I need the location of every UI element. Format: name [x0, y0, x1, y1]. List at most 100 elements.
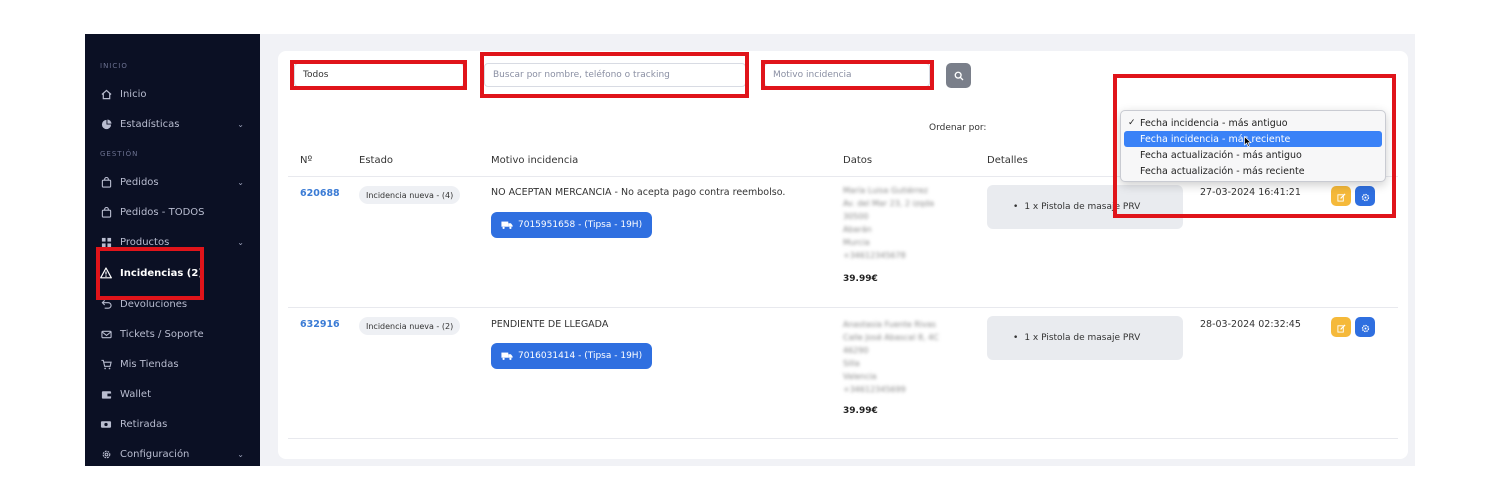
customer-city: Abarán — [843, 225, 872, 234]
bag-icon — [100, 206, 112, 218]
order-number-link[interactable]: 632916 — [300, 319, 340, 330]
edit-icon — [1336, 187, 1346, 206]
sidebar-item-label: Mis Tiendas — [120, 358, 179, 370]
chart-pie-icon — [100, 118, 112, 130]
chevron-down-icon: ⌄ — [237, 449, 244, 459]
sidebar-item-estadisticas[interactable]: Estadísticas ⌄ — [100, 113, 250, 135]
sidebar-item-label: Tickets / Soporte — [120, 328, 204, 340]
sidebar-item-label: Pedidos - TODOS — [120, 206, 205, 218]
sort-option-label: Fecha incidencia - más reciente — [1140, 133, 1291, 145]
sidebar-item-devoluciones[interactable]: Devoluciones — [100, 293, 250, 315]
order-details-box: • 1 x Pistola de masaje PRV — [987, 316, 1183, 360]
sort-option[interactable]: Fecha incidencia - más reciente — [1124, 131, 1382, 147]
settings-button[interactable] — [1355, 317, 1375, 337]
customer-province: Murcia — [843, 238, 870, 247]
sort-label: Ordenar por: — [929, 123, 987, 133]
sidebar-item-incidencias[interactable]: Incidencias (2) — [100, 262, 250, 284]
sidebar-section-gestion: GESTIÓN — [100, 150, 139, 158]
gear-icon — [1361, 318, 1370, 337]
sort-dropdown-menu[interactable]: ✓ Fecha incidencia - más antiguo Fecha i… — [1120, 110, 1386, 182]
bag-icon — [100, 176, 112, 188]
truck-icon — [501, 351, 513, 361]
order-price: 39.99€ — [843, 406, 878, 416]
customer-postcode: 46290 — [843, 346, 869, 355]
sidebar-item-wallet[interactable]: Wallet — [100, 383, 250, 405]
edit-button[interactable] — [1331, 186, 1351, 206]
gear-icon — [100, 448, 112, 460]
status-badge: Incidencia nueva - (4) — [359, 186, 461, 204]
search-button[interactable] — [946, 63, 971, 88]
column-header-numero: Nº — [300, 155, 313, 166]
gear-icon — [1361, 187, 1370, 206]
sidebar-item-retiradas[interactable]: Retiradas — [100, 413, 250, 435]
sidebar-item-label: Retiradas — [120, 418, 168, 430]
sidebar-item-label: Configuración — [120, 448, 190, 460]
customer-city: Silla — [843, 359, 860, 368]
motivo-incidencia-input[interactable]: Motivo incidencia — [764, 63, 930, 87]
mail-icon — [100, 328, 112, 340]
sidebar-section-inicio: INICIO — [100, 62, 128, 70]
warning-icon — [100, 267, 112, 279]
cart-icon — [100, 358, 112, 370]
search-icon — [954, 66, 964, 85]
sidebar-item-label: Productos — [120, 236, 170, 248]
column-header-datos: Datos — [843, 155, 873, 166]
detail-bullet: • — [1013, 202, 1019, 212]
sidebar-item-label: Inicio — [120, 88, 147, 100]
detail-item: 1 x Pistola de masaje PRV — [1024, 333, 1141, 343]
sidebar-item-label: Incidencias (2) — [120, 267, 203, 279]
sidebar: INICIO Inicio Estadísticas ⌄ GESTIÓN Ped… — [85, 34, 260, 466]
column-header-detalles: Detalles — [987, 155, 1028, 166]
tracking-label: 7016031414 - (Tipsa - 19H) — [518, 351, 643, 361]
sort-option[interactable]: Fecha actualización - más antiguo — [1124, 147, 1382, 163]
customer-data: María Luisa Gutiérrez Av. del Mar 23, 2 … — [843, 184, 934, 262]
return-icon — [100, 298, 112, 310]
estado-filter-select[interactable]: Todos — [294, 63, 464, 87]
status-badge: Incidencia nueva - (2) — [359, 317, 461, 335]
wallet-icon — [100, 388, 112, 400]
tracking-button[interactable]: 7016031414 - (Tipsa - 19H) — [491, 343, 653, 369]
sidebar-item-tickets[interactable]: Tickets / Soporte — [100, 323, 250, 345]
sidebar-item-mis-tiendas[interactable]: Mis Tiendas — [100, 353, 250, 375]
order-number-link[interactable]: 620688 — [300, 188, 340, 199]
sort-option[interactable]: Fecha actualización - más reciente — [1124, 163, 1382, 179]
order-price: 39.99€ — [843, 274, 878, 284]
sidebar-item-productos[interactable]: Productos ⌄ — [100, 231, 250, 253]
incidence-date: 27-03-2024 16:41:21 — [1200, 187, 1301, 198]
chevron-down-icon: ⌄ — [237, 119, 244, 129]
customer-postcode: 30500 — [843, 212, 869, 221]
detail-bullet: • — [1013, 333, 1019, 343]
chevron-down-icon: ⌄ — [237, 237, 244, 247]
customer-phone: +34612345699 — [843, 385, 906, 394]
detail-item: 1 x Pistola de masaje PRV — [1024, 202, 1141, 212]
sidebar-item-configuracion[interactable]: Configuración ⌄ — [100, 443, 250, 465]
sort-option[interactable]: ✓ Fecha incidencia - más antiguo — [1124, 115, 1382, 131]
settings-button[interactable] — [1355, 186, 1375, 206]
customer-phone: +34612345678 — [843, 251, 906, 260]
tracking-button[interactable]: 7015951658 - (Tipsa - 19H) — [491, 212, 653, 238]
grid-icon — [100, 236, 112, 248]
edit-icon — [1336, 318, 1346, 337]
customer-address: Av. del Mar 23, 2 izqda — [843, 199, 934, 208]
column-header-motivo: Motivo incidencia — [491, 155, 579, 166]
sidebar-item-label: Pedidos — [120, 176, 159, 188]
app-window: INICIO Inicio Estadísticas ⌄ GESTIÓN Ped… — [85, 34, 1415, 466]
cash-icon — [100, 418, 112, 430]
customer-name: María Luisa Gutiérrez — [843, 186, 928, 195]
incidence-date: 28-03-2024 02:32:45 — [1200, 319, 1301, 330]
sidebar-item-label: Estadísticas — [120, 118, 180, 130]
sort-option-label: Fecha actualización - más reciente — [1140, 165, 1305, 177]
search-input[interactable]: Buscar por nombre, teléfono o tracking — [484, 63, 746, 87]
order-details-box: • 1 x Pistola de masaje PRV — [987, 185, 1183, 229]
column-header-estado: Estado — [359, 155, 394, 166]
edit-button[interactable] — [1331, 317, 1351, 337]
sidebar-item-inicio[interactable]: Inicio — [100, 83, 250, 105]
checkmark-icon: ✓ — [1128, 118, 1136, 128]
sidebar-item-pedidos-todos[interactable]: Pedidos - TODOS — [100, 201, 250, 223]
row-divider — [288, 307, 1398, 308]
customer-name: Anastasia Fuente Rivas — [843, 320, 936, 329]
sidebar-item-label: Devoluciones — [120, 298, 188, 310]
sidebar-item-pedidos[interactable]: Pedidos ⌄ — [100, 171, 250, 193]
motivo-text: PENDIENTE DE LLEGADA — [491, 319, 609, 330]
customer-province: Valencia — [843, 372, 877, 381]
